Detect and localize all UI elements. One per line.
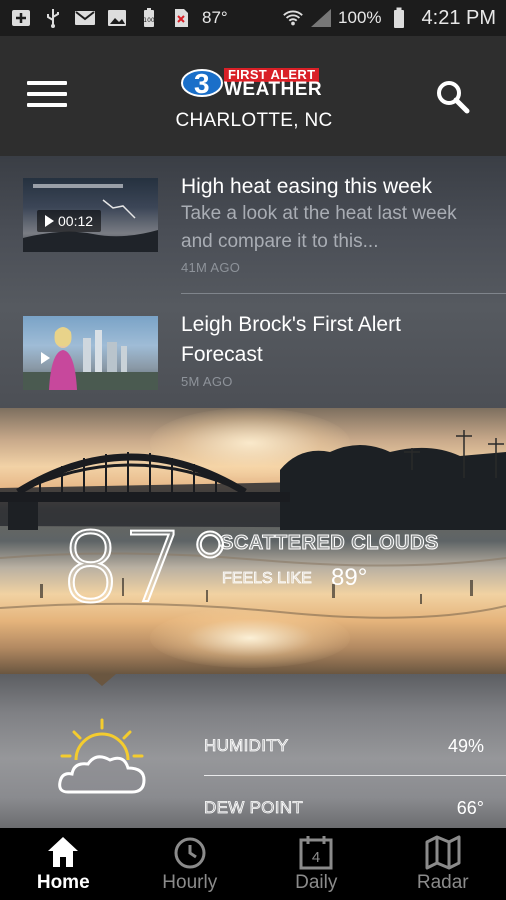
story-timestamp: 41M AGO (181, 260, 241, 275)
nav-label-hourly: Hourly (162, 872, 218, 893)
nav-label-radar: Radar (416, 872, 469, 893)
svg-text:3: 3 (194, 68, 210, 98)
video-duration-badge: 00:12 (37, 210, 102, 232)
battery-percent: 100% (338, 8, 382, 27)
wifi-icon (282, 8, 304, 28)
video-stories-list: 00:12 High heat easing this week Take a … (0, 156, 506, 408)
station-logo: 3 FIRST ALERT WEATHER (180, 66, 330, 106)
channel-3-logo-icon: 3 (181, 68, 223, 98)
nav-hourly[interactable]: Hourly (127, 828, 254, 900)
video-thumbnail[interactable] (23, 316, 158, 390)
panel-pointer (88, 674, 116, 686)
story-title[interactable]: Leigh Brock's First Alert Forecast (181, 310, 481, 370)
image-icon (106, 8, 128, 28)
nav-label-home: Home (36, 872, 90, 893)
nav-home[interactable]: Home (0, 828, 127, 900)
weather-details-panel[interactable]: HUMIDITY 49% DEW POINT 66° (0, 674, 506, 828)
home-icon (48, 837, 79, 867)
battery-icon (388, 7, 410, 28)
usb-icon (42, 8, 64, 28)
bottom-navigation: Home Hourly 4 Daily Radar (0, 828, 506, 900)
current-temperature: 87° (59, 512, 237, 624)
map-icon (425, 835, 461, 870)
humidity-label: HUMIDITY (204, 736, 289, 756)
mail-icon (74, 8, 96, 28)
nav-radar[interactable]: Radar (380, 828, 506, 900)
video-story-item[interactable]: Leigh Brock's First Alert Forecast 5M AG… (0, 294, 506, 408)
story-description: Take a look at the heat last week and co… (181, 203, 457, 252)
search-icon[interactable] (434, 78, 472, 116)
details-divider (204, 775, 506, 776)
add-box-icon (10, 8, 32, 28)
nav-daily[interactable]: 4 Daily (253, 828, 380, 900)
video-story-item[interactable]: 00:12 High heat easing this week Take a … (0, 156, 506, 294)
story-timestamp: 5M AGO (181, 374, 233, 389)
dew-point-value: 66° (456, 798, 484, 818)
story-title[interactable]: High heat easing this week (181, 172, 481, 202)
play-icon (45, 215, 54, 227)
no-sim-icon (170, 8, 192, 28)
hamburger-menu-icon[interactable] (27, 81, 67, 111)
calendar-icon: 4 (299, 836, 333, 870)
clock-icon (174, 837, 206, 869)
signal-icon (310, 8, 332, 28)
play-icon (41, 352, 50, 364)
status-temperature: 87° (202, 8, 228, 27)
logo-weather: WEATHER (224, 79, 323, 100)
nav-label-daily: Daily (295, 872, 338, 893)
svg-text:100: 100 (143, 17, 155, 24)
app-header: 3 FIRST ALERT WEATHER CHARLOTTE, NC (0, 36, 506, 156)
weather-condition: SCATTERED CLOUDS (220, 532, 439, 555)
dew-point-label: DEW POINT (204, 798, 304, 818)
notification-icons: 100 87° (10, 8, 228, 28)
feels-like-value: 89° (331, 564, 368, 591)
humidity-value: 49% (447, 736, 484, 756)
video-thumbnail[interactable]: 00:12 (23, 178, 158, 252)
status-bar: 100 87° 100% 4:21 PM (0, 0, 506, 36)
svg-text:4: 4 (312, 849, 320, 866)
current-conditions-hero: 87° SCATTERED CLOUDS FEELS LIKE 89° (0, 408, 506, 674)
location-label[interactable]: CHARLOTTE, NC (0, 110, 506, 132)
battery-full-icon: 100 (138, 8, 160, 28)
feels-like-label: FEELS LIKE (222, 570, 313, 588)
clock-time: 4:21 PM (421, 6, 496, 29)
partly-sunny-icon (58, 718, 146, 794)
